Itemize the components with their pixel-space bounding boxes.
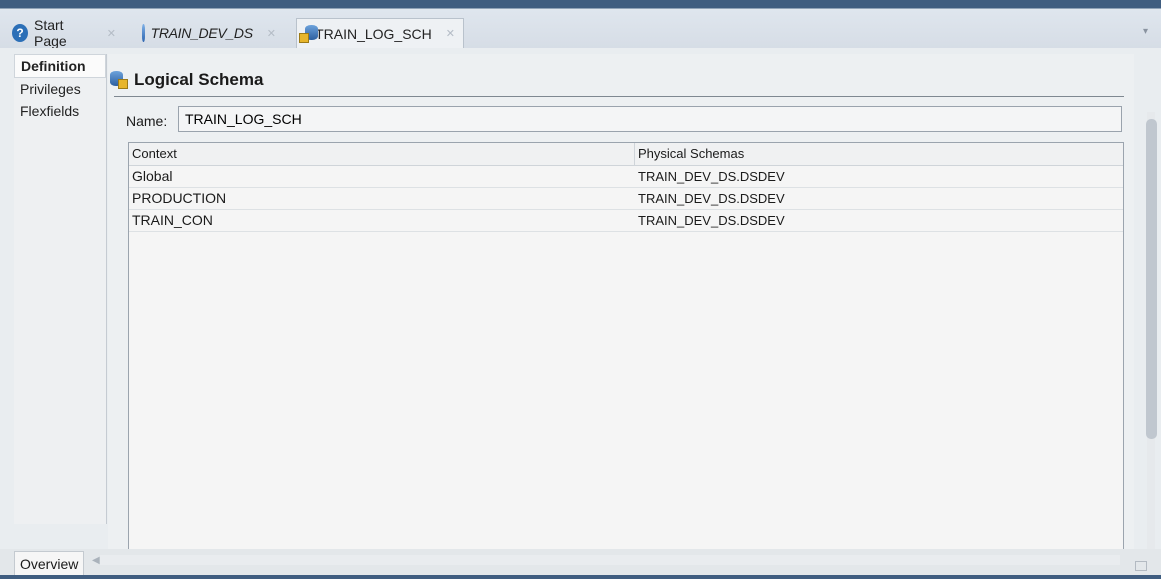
context-schema-table: Context Physical Schemas Global TRAIN_DE…	[128, 142, 1124, 552]
tab-label: TRAIN_DEV_DS	[150, 25, 254, 41]
column-header-context[interactable]: Context	[129, 143, 635, 165]
tab-overview[interactable]: Overview	[14, 551, 85, 577]
sidebar-item-privileges[interactable]: Privileges	[14, 78, 106, 100]
vertical-scrollbar[interactable]	[1143, 104, 1159, 569]
table-row[interactable]: Global TRAIN_DEV_DS.DSDEV	[129, 166, 1123, 188]
sidebar-item-definition[interactable]: Definition	[14, 54, 106, 78]
physical-schema-cell[interactable]: TRAIN_DEV_DS.DSDEV	[635, 188, 1123, 209]
physical-schema-cell[interactable]: TRAIN_DEV_DS.DSDEV	[635, 166, 1123, 187]
section-divider	[114, 96, 1124, 97]
restore-icon[interactable]	[1135, 561, 1147, 571]
logical-schema-icon	[298, 24, 319, 43]
tab-label: Start Page	[34, 17, 67, 49]
close-icon[interactable]: ✕	[267, 27, 276, 40]
context-cell[interactable]: PRODUCTION	[129, 188, 635, 209]
context-cell[interactable]: Global	[129, 166, 635, 187]
logical-schema-icon	[110, 71, 128, 89]
table-header: Context Physical Schemas	[129, 143, 1123, 166]
definition-side-nav: Definition Privileges Flexfields	[14, 54, 107, 524]
tab-train-dev-ds[interactable]: TRAIN_DEV_DS ✕	[134, 18, 284, 48]
physical-schema-cell[interactable]: TRAIN_DEV_DS.DSDEV	[635, 210, 1123, 231]
editor-window: Definition Privileges Flexfields Logical…	[0, 48, 1161, 579]
data-server-icon	[142, 24, 145, 42]
chevron-left-icon[interactable]: ◀	[92, 555, 100, 566]
close-icon[interactable]: ✕	[446, 27, 455, 40]
name-label: Name:	[126, 113, 168, 129]
section-title-text: Logical Schema	[134, 70, 264, 89]
tab-train-log-sch[interactable]: TRAIN_LOG_SCH ✕	[296, 18, 464, 48]
sidebar-item-flexfields[interactable]: Flexfields	[14, 100, 106, 122]
editor-tab-bar: ? Start Page ✕ TRAIN_DEV_DS ✕ TRAIN_LOG_…	[0, 0, 1161, 49]
window-bottom-border	[0, 575, 1161, 579]
tab-start-page[interactable]: ? Start Page ✕	[4, 17, 124, 49]
context-cell[interactable]: TRAIN_CON	[129, 210, 635, 231]
bottom-bar: Overview ◀	[0, 549, 1161, 579]
close-icon[interactable]: ✕	[107, 27, 116, 40]
definition-panel: Logical Schema Name: Context Physical Sc…	[108, 54, 1134, 552]
tab-label: TRAIN_LOG_SCH	[315, 25, 432, 42]
horizontal-scrollbar[interactable]	[100, 555, 1120, 565]
table-row[interactable]: PRODUCTION TRAIN_DEV_DS.DSDEV	[129, 188, 1123, 210]
help-icon: ?	[12, 24, 28, 42]
name-input[interactable]	[178, 106, 1122, 132]
section-title: Logical Schema	[110, 70, 263, 90]
table-row[interactable]: TRAIN_CON TRAIN_DEV_DS.DSDEV	[129, 210, 1123, 232]
column-header-physical-schemas[interactable]: Physical Schemas	[635, 143, 1123, 165]
chevron-down-icon[interactable]: ▾	[1143, 26, 1155, 42]
scrollbar-thumb[interactable]	[1146, 119, 1157, 439]
